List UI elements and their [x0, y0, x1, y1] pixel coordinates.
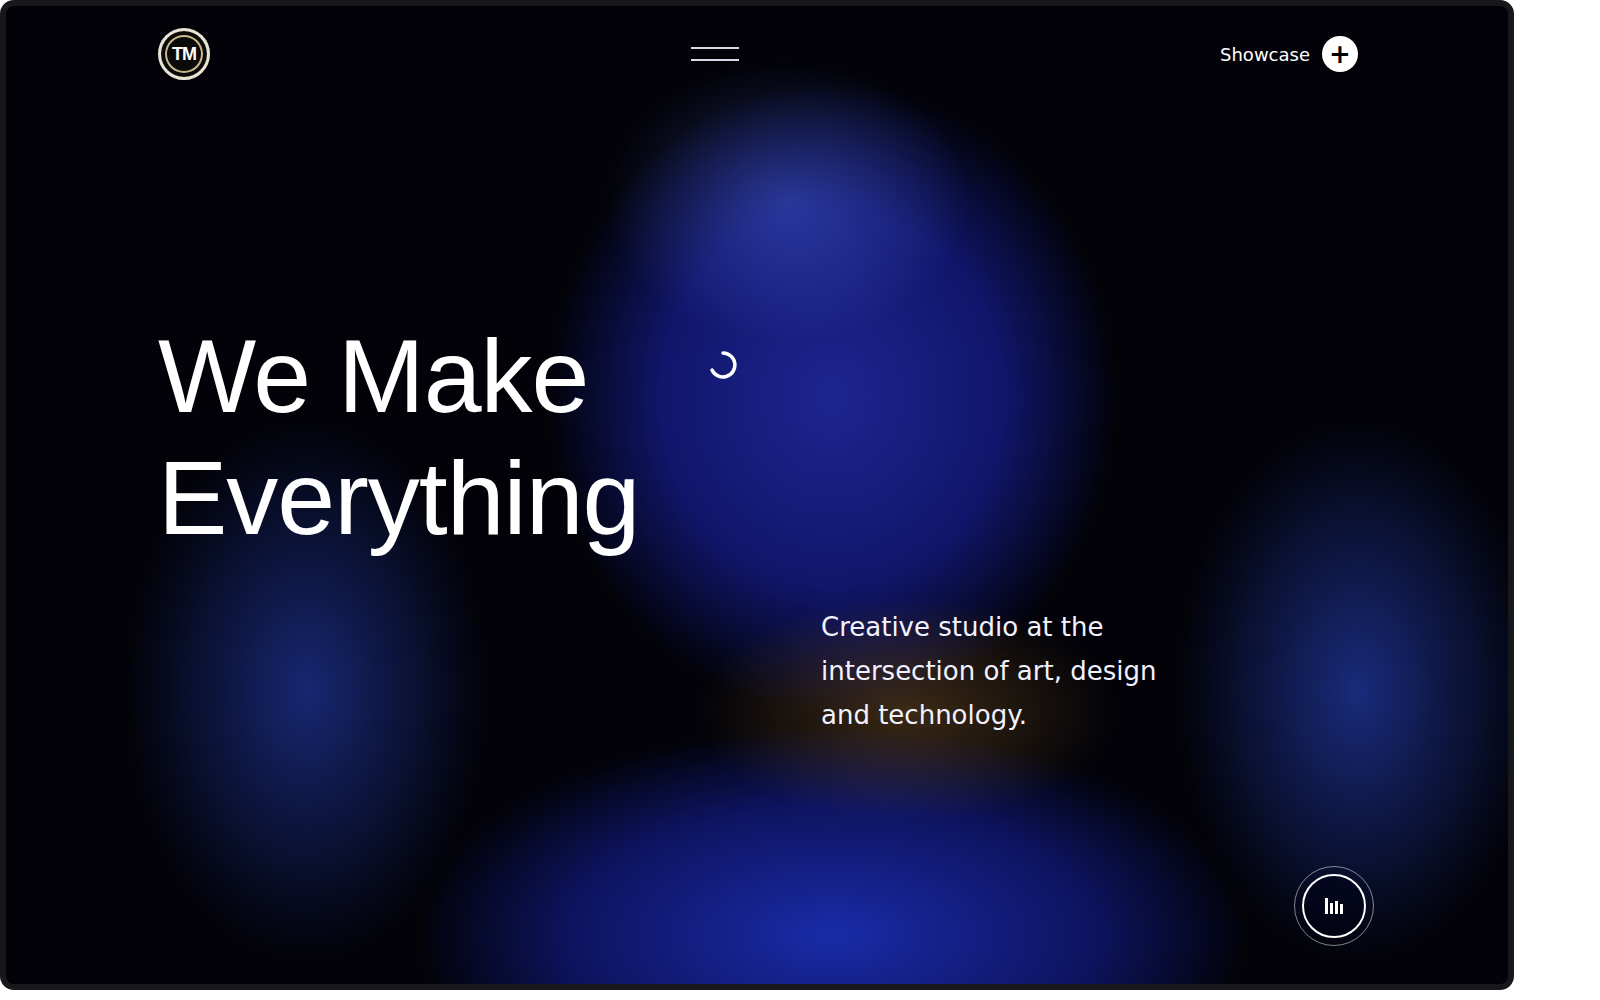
- menu-icon[interactable]: [691, 47, 739, 61]
- hero-card: TM Showcase + We MakeEverything Creative stu…: [0, 0, 1514, 990]
- logo-text: TM: [172, 44, 196, 65]
- hero: We MakeEverything Creative studio at thei…: [6, 315, 1508, 737]
- header: TM Showcase +: [6, 6, 1508, 102]
- sound-bars-icon: [1302, 874, 1366, 938]
- tagline-line: and technology.: [821, 693, 1508, 737]
- logo[interactable]: TM: [158, 28, 210, 80]
- loading-spinner-icon: [708, 350, 738, 380]
- headline-line: Everything: [158, 437, 1508, 559]
- plus-icon: +: [1322, 36, 1358, 72]
- headline-line: We Make: [158, 315, 1508, 437]
- headline: We MakeEverything: [158, 315, 1508, 559]
- tagline-line: intersection of art, design: [821, 649, 1508, 693]
- tagline: Creative studio at theintersection of ar…: [821, 605, 1508, 737]
- sound-toggle-button[interactable]: [1294, 866, 1374, 946]
- showcase-button[interactable]: Showcase +: [1220, 36, 1358, 72]
- showcase-label: Showcase: [1220, 44, 1310, 65]
- tagline-line: Creative studio at the: [821, 605, 1508, 649]
